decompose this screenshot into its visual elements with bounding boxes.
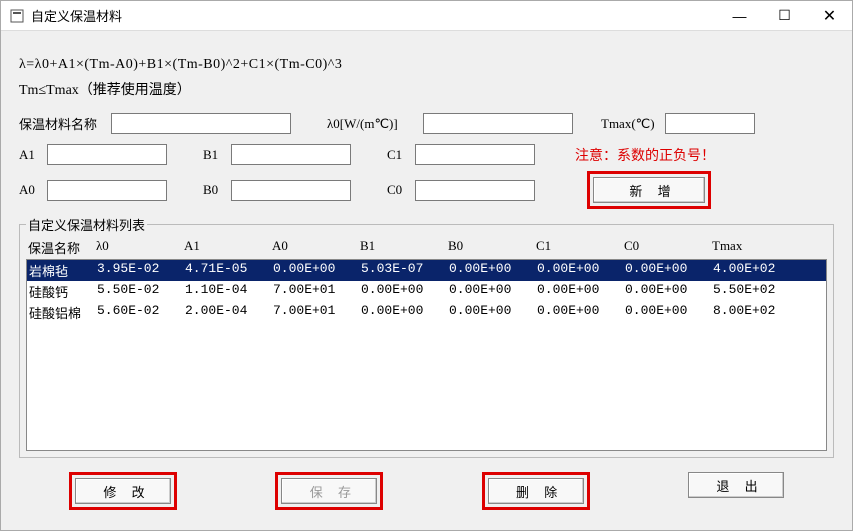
add-button-highlight: 新 增 [587, 171, 711, 209]
cell: 5.50E+02 [713, 282, 801, 301]
cell: 0.00E+00 [537, 282, 625, 301]
delete-button[interactable]: 删 除 [488, 478, 584, 504]
col-name: 保温名称 [28, 238, 96, 257]
cell: 0.00E+00 [361, 282, 449, 301]
col-c0: C0 [624, 238, 712, 257]
exit-button[interactable]: 退 出 [688, 472, 784, 498]
cell: 0.00E+00 [449, 303, 537, 322]
formula-text: λ=λ0+A1×(Tm-A0)+B1×(Tm-B0)^2+C1×(Tm-C0)^… [19, 57, 834, 73]
save-button-highlight: 保 存 [275, 472, 383, 510]
table-row[interactable]: 硅酸铝棉5.60E-022.00E-047.00E+010.00E+000.00… [27, 302, 826, 323]
cell: 0.00E+00 [273, 261, 361, 280]
list-header: 保温名称 λ0 A1 A0 B1 B0 C1 C0 Tmax [26, 236, 827, 259]
input-a1[interactable] [47, 144, 167, 165]
cell: 0.00E+00 [625, 261, 713, 280]
cell: 2.00E-04 [185, 303, 273, 322]
material-list-group: 自定义保温材料列表 保温名称 λ0 A1 A0 B1 B0 C1 C0 Tmax… [19, 215, 834, 458]
row-main: 保温材料名称 λ0[W/(m℃)] Tmax(℃) [19, 113, 834, 134]
col-tmax: Tmax [712, 238, 800, 257]
table-row[interactable]: 硅酸钙5.50E-021.10E-047.00E+010.00E+000.00E… [27, 281, 826, 302]
input-c0[interactable] [415, 180, 535, 201]
cell: 硅酸铝棉 [29, 303, 97, 322]
cell: 硅酸钙 [29, 282, 97, 301]
cell: 5.60E-02 [97, 303, 185, 322]
col-b0: B0 [448, 238, 536, 257]
window-title: 自定义保温材料 [31, 6, 122, 25]
coef-warning: 注意：系数的正负号！ [575, 145, 715, 165]
minimize-button[interactable]: — [717, 1, 762, 31]
content-area: λ=λ0+A1×(Tm-A0)+B1×(Tm-B0)^2+C1×(Tm-C0)^… [1, 31, 852, 518]
add-button[interactable]: 新 增 [593, 177, 705, 203]
app-window: 自定义保温材料 — ☐ ✕ λ=λ0+A1×(Tm-A0)+B1×(Tm-B0)… [0, 0, 853, 531]
input-c1[interactable] [415, 144, 535, 165]
label-lambda0: λ0[W/(m℃)] [327, 116, 423, 132]
label-b0: B0 [203, 182, 231, 198]
modify-button-highlight: 修 改 [69, 472, 177, 510]
label-name: 保温材料名称 [19, 114, 111, 133]
col-l0: λ0 [96, 238, 184, 257]
cell: 3.95E-02 [97, 261, 185, 280]
bottom-button-bar: 修 改 保 存 删 除 退 出 [19, 472, 834, 510]
input-b0[interactable] [231, 180, 351, 201]
subformula-text: Tm≤Tmax（推荐使用温度） [19, 79, 834, 99]
delete-button-highlight: 删 除 [482, 472, 590, 510]
titlebar: 自定义保温材料 — ☐ ✕ [1, 1, 852, 31]
cell: 7.00E+01 [273, 303, 361, 322]
col-c1: C1 [536, 238, 624, 257]
cell: 8.00E+02 [713, 303, 801, 322]
list-legend: 自定义保温材料列表 [26, 215, 147, 234]
input-lambda0[interactable] [423, 113, 573, 134]
cell: 5.03E-07 [361, 261, 449, 280]
label-a1: A1 [19, 147, 47, 163]
row-coef1: A1 B1 C1 注意：系数的正负号！ [19, 144, 834, 165]
table-row[interactable]: 岩棉毡3.95E-024.71E-050.00E+005.03E-070.00E… [27, 260, 826, 281]
input-tmax[interactable] [665, 113, 755, 134]
cell: 4.00E+02 [713, 261, 801, 280]
maximize-button[interactable]: ☐ [762, 1, 807, 31]
cell: 岩棉毡 [29, 261, 97, 280]
list-body[interactable]: 岩棉毡3.95E-024.71E-050.00E+005.03E-070.00E… [26, 259, 827, 451]
app-icon [9, 8, 25, 24]
col-a1: A1 [184, 238, 272, 257]
col-a0: A0 [272, 238, 360, 257]
input-a0[interactable] [47, 180, 167, 201]
input-b1[interactable] [231, 144, 351, 165]
cell: 0.00E+00 [625, 303, 713, 322]
label-c0: C0 [387, 182, 415, 198]
label-b1: B1 [203, 147, 231, 163]
cell: 0.00E+00 [537, 261, 625, 280]
label-c1: C1 [387, 147, 415, 163]
label-a0: A0 [19, 182, 47, 198]
cell: 4.71E-05 [185, 261, 273, 280]
modify-button[interactable]: 修 改 [75, 478, 171, 504]
input-name[interactable] [111, 113, 291, 134]
cell: 7.00E+01 [273, 282, 361, 301]
cell: 1.10E-04 [185, 282, 273, 301]
save-button[interactable]: 保 存 [281, 478, 377, 504]
cell: 0.00E+00 [449, 261, 537, 280]
cell: 0.00E+00 [625, 282, 713, 301]
cell: 5.50E-02 [97, 282, 185, 301]
cell: 0.00E+00 [537, 303, 625, 322]
cell: 0.00E+00 [449, 282, 537, 301]
cell: 0.00E+00 [361, 303, 449, 322]
close-button[interactable]: ✕ [807, 1, 852, 31]
label-tmax: Tmax(℃) [601, 116, 665, 132]
row-coef0: A0 B0 C0 新 增 [19, 171, 834, 209]
col-b1: B1 [360, 238, 448, 257]
